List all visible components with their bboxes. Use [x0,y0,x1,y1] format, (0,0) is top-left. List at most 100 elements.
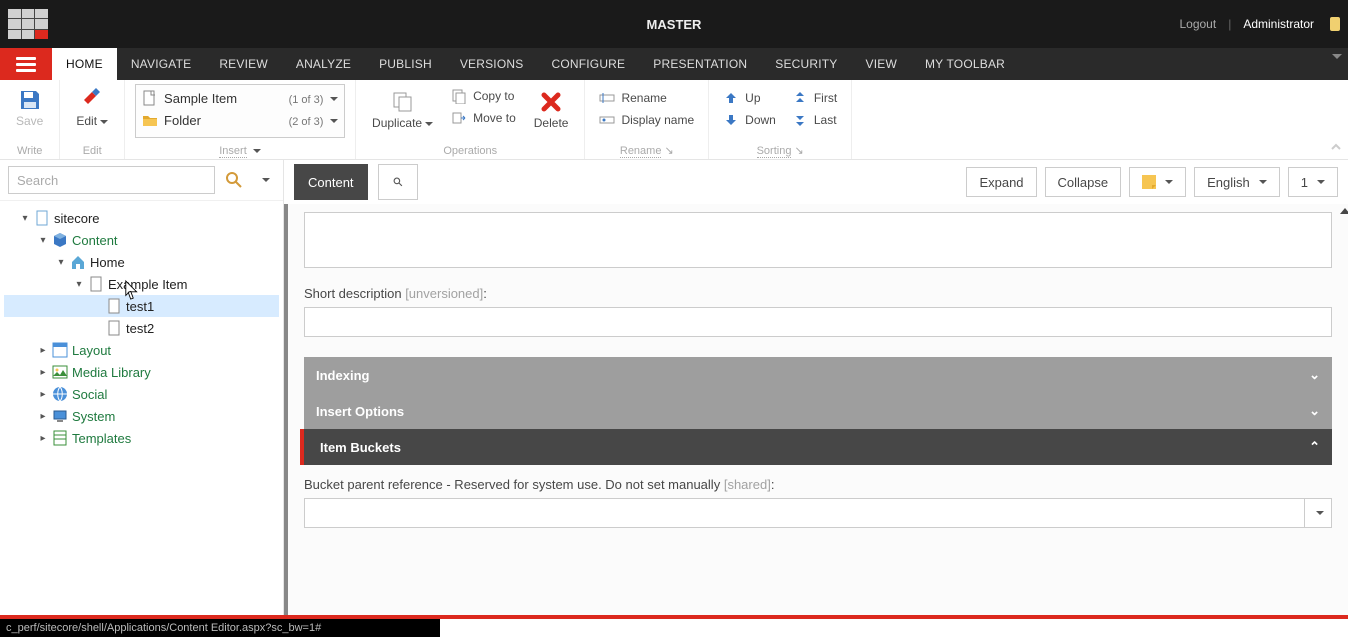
globe-icon [52,386,68,402]
tab-navigate[interactable]: NAVIGATE [117,48,206,80]
content-tree: ▾ sitecore ▾ Content ▾ Home ▾ Example It… [0,201,283,455]
app-logo[interactable] [8,9,48,39]
status-bar: c_perf/sitecore/shell/Applications/Conte… [0,619,440,637]
view-options-button[interactable] [1129,167,1186,197]
logout-link[interactable]: Logout [1179,17,1216,31]
content-tab-row: Content Expand Collapse English 1 [284,160,1348,204]
ribbon-group-sorting: Up Down First Last Sorting ↘ [709,80,852,159]
move-down-button[interactable]: Down [719,110,780,130]
move-to-button[interactable]: Move to [447,108,520,128]
rename-icon [599,90,615,106]
tab-presentation[interactable]: PRESENTATION [639,48,761,80]
arrow-up-icon [723,90,739,106]
edit-button[interactable]: Edit [70,84,114,132]
insert-option-sample[interactable]: Sample Item (1 of 3) [136,87,344,109]
rename-button[interactable]: Rename [595,88,698,108]
tree-node-layout[interactable]: ▸ Layout [4,339,279,361]
search-button[interactable] [223,169,245,191]
tree-node-test2[interactable]: test2 [4,317,279,339]
tab-analyze[interactable]: ANALYZE [282,48,365,80]
chevron-down-icon: ⌄ [1309,367,1320,383]
insert-template-list[interactable]: Sample Item (1 of 3) Folder (2 of 3) [135,84,345,138]
user-avatar-icon[interactable] [1330,17,1340,31]
user-name[interactable]: Administrator [1243,17,1314,31]
tab-versions[interactable]: VERSIONS [446,48,538,80]
tab-security[interactable]: SECURITY [761,48,851,80]
chevron-down-icon [100,120,108,124]
ribbon-group-label-operations: Operations [356,145,584,157]
tree-node-media[interactable]: ▸ Media Library [4,361,279,383]
chevron-down-icon [1316,511,1324,515]
language-selector[interactable]: English [1194,167,1280,197]
tab-configure[interactable]: CONFIGURE [537,48,639,80]
tree-node-system[interactable]: ▸ System [4,405,279,427]
chevron-down-icon: ⌄ [1309,403,1320,419]
move-first-button[interactable]: First [788,88,841,108]
content-tab-search[interactable] [378,164,418,200]
tree-node-test1[interactable]: test1 [4,295,279,317]
ribbon-collapse-caret-icon[interactable] [1332,54,1342,59]
version-selector[interactable]: 1 [1288,167,1338,197]
display-name-button[interactable]: Display name [595,110,698,130]
document-icon [34,210,50,226]
tree-node-home[interactable]: ▾ Home [4,251,279,273]
navigation-markers[interactable] [1340,208,1348,214]
system-icon [52,408,68,424]
ribbon-group-label-edit: Edit [60,145,124,157]
content-pane: Content Expand Collapse English 1 Short [284,160,1348,615]
chevron-down-icon [1259,180,1267,184]
search-icon [225,171,243,189]
ribbon-group-label-rename[interactable]: Rename [620,145,662,158]
collapse-button[interactable]: Collapse [1045,167,1122,197]
tree-search-input[interactable] [8,166,215,194]
tree-node-social[interactable]: ▸ Social [4,383,279,405]
tree-node-templates[interactable]: ▸ Templates [4,427,279,449]
bucket-parent-dropdown[interactable] [1304,498,1332,528]
ribbon-minimize-icon[interactable] [1330,141,1342,153]
search-options-button[interactable] [253,169,275,191]
ribbon-group-label-sorting[interactable]: Sorting [757,145,792,158]
section-indexing[interactable]: Indexing ⌄ [304,357,1332,393]
section-item-buckets[interactable]: Item Buckets ⌃ [300,429,1332,465]
edit-icon [80,88,104,112]
chevron-down-icon [1165,180,1173,184]
ribbon-group-insert: Sample Item (1 of 3) Folder (2 of 3) Ins… [125,80,356,159]
tab-publish[interactable]: PUBLISH [365,48,446,80]
tree-node-content[interactable]: ▾ Content [4,229,279,251]
section-insert-options[interactable]: Insert Options ⌄ [304,393,1332,429]
display-name-icon [599,112,615,128]
document-icon [142,90,158,106]
ribbon-group-label-insert[interactable]: Insert [219,145,247,158]
delete-button[interactable]: Delete [528,86,575,134]
tree-node-sitecore[interactable]: ▾ sitecore [4,207,279,229]
ribbon-group-edit: Edit Edit [60,80,125,159]
tab-view[interactable]: VIEW [852,48,911,80]
long-description-field[interactable] [304,212,1332,268]
bucket-parent-input[interactable] [304,498,1304,528]
move-up-button[interactable]: Up [719,88,780,108]
document-icon [106,298,122,314]
expand-button[interactable]: Expand [966,167,1036,197]
search-icon [393,173,403,191]
app-menu-button[interactable] [0,48,52,80]
insert-option-folder[interactable]: Folder (2 of 3) [136,109,344,131]
tab-home[interactable]: HOME [52,48,117,80]
tab-review[interactable]: REVIEW [205,48,282,80]
content-tab-content[interactable]: Content [294,164,368,200]
app-title: MASTER [647,17,702,32]
short-description-input[interactable] [304,307,1332,337]
copy-to-button[interactable]: Copy to [447,86,520,106]
move-last-button[interactable]: Last [788,110,841,130]
tree-node-example[interactable]: ▾ Example Item [4,273,279,295]
save-button[interactable]: Save [10,84,49,132]
tab-mytoolbar[interactable]: MY TOOLBAR [911,48,1019,80]
duplicate-icon [391,90,415,114]
ribbon-group-rename: Rename Display name Rename ↘ [585,80,709,159]
ribbon-group-write: Save Write [0,80,60,159]
duplicate-button[interactable]: Duplicate [366,86,439,134]
ribbon-group-operations: Duplicate Copy to Move to Delete Operati… [356,80,585,159]
home-icon [70,254,86,270]
chevron-down-icon [253,149,261,153]
bucket-parent-label: Bucket parent reference - Reserved for s… [304,477,1332,492]
chevron-down-icon [330,119,338,123]
